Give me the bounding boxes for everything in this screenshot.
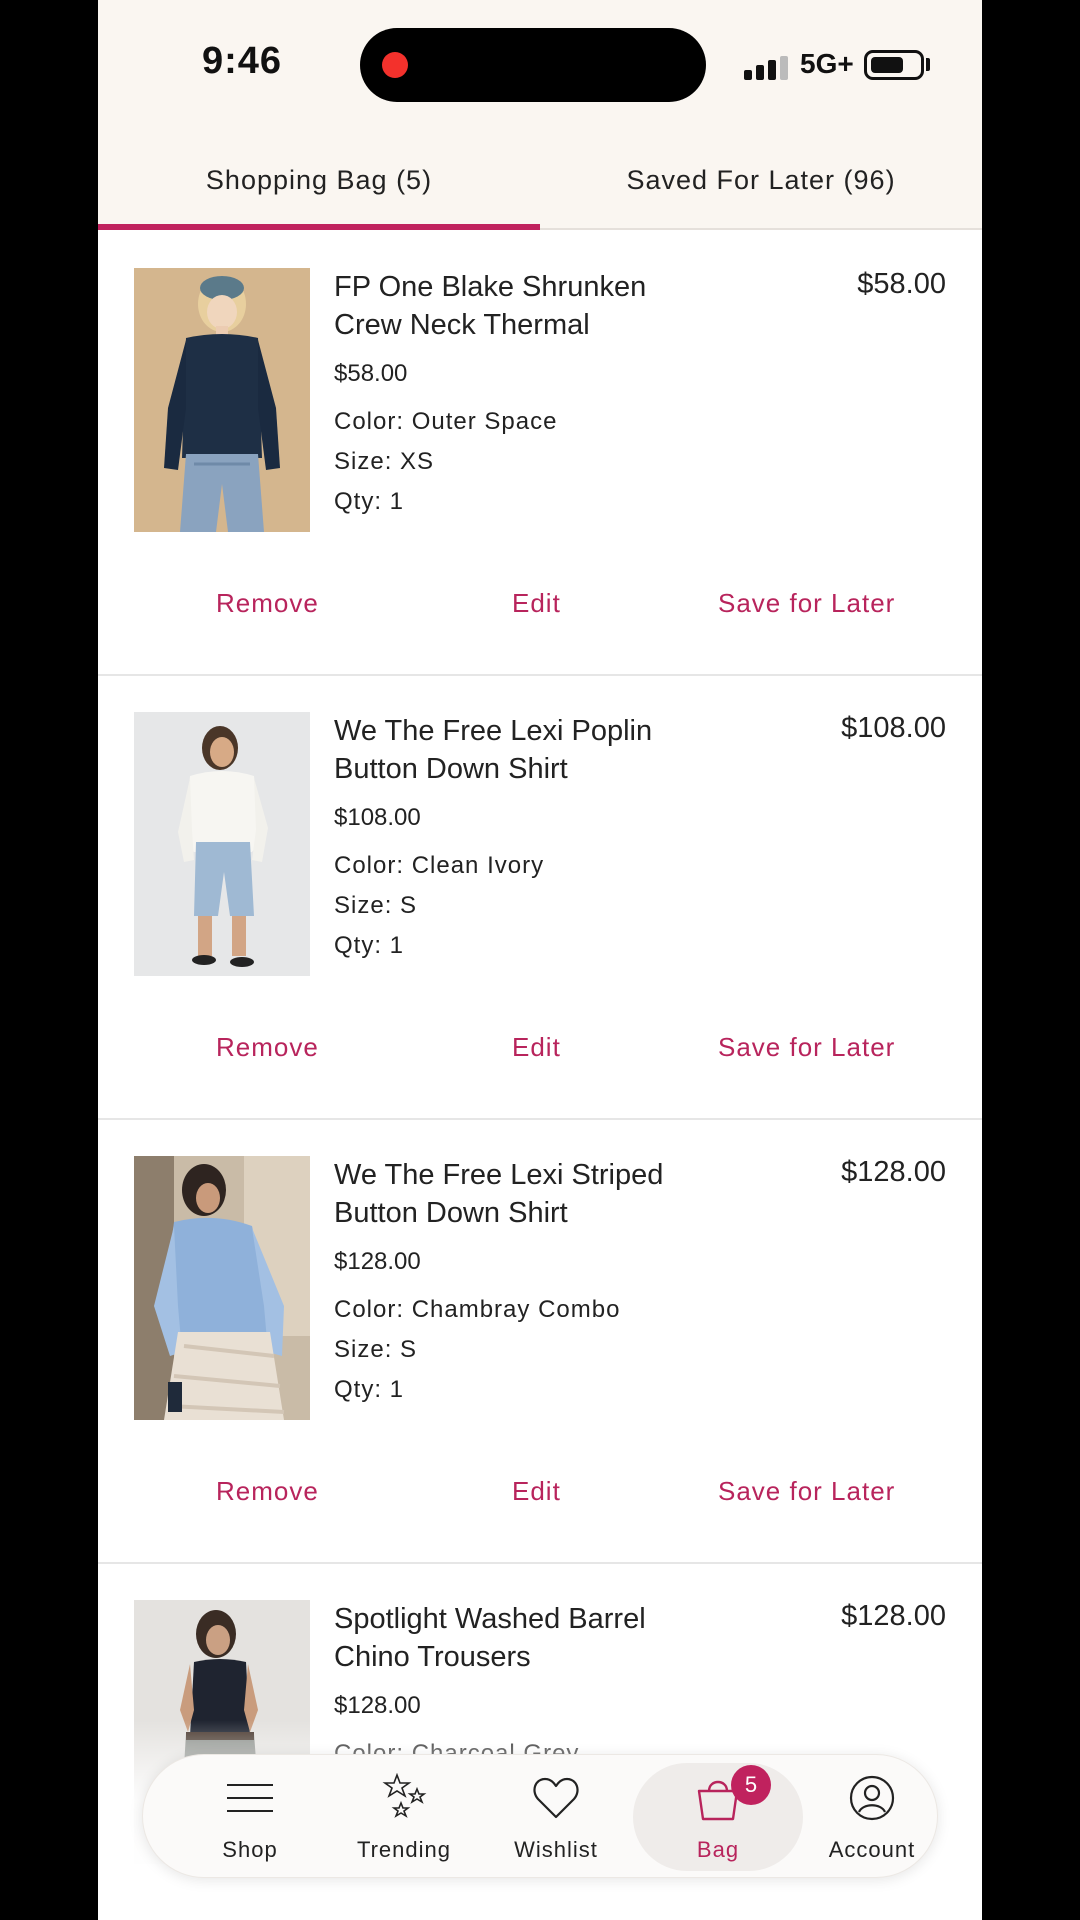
network-label: 5G+ <box>800 48 854 79</box>
item-color: Color: Clean Ivory <box>334 852 545 879</box>
bottom-nav: Shop Trending Wishlist 5 Bag Account <box>142 1754 938 1878</box>
nav-shop[interactable]: Shop <box>175 1755 325 1879</box>
dynamic-island <box>360 28 706 102</box>
line-total-price: $108.00 <box>841 712 946 744</box>
signal-icon <box>744 56 788 80</box>
unit-price: $58.00 <box>334 360 408 387</box>
item-quantity: Qty: 1 <box>334 932 405 959</box>
bag-item-list: FP One Blake Shrunken Crew Neck Thermal … <box>98 232 982 1920</box>
product-image[interactable] <box>134 712 310 976</box>
unit-price: $128.00 <box>334 1692 421 1719</box>
nav-bag[interactable]: 5 Bag <box>633 1763 803 1871</box>
product-name[interactable]: FP One Blake Shrunken Crew Neck Thermal <box>334 268 714 344</box>
remove-button[interactable]: Remove <box>216 588 319 619</box>
battery-icon <box>864 50 924 80</box>
bag-tabs: Shopping Bag (5) Saved For Later (96) <box>98 130 982 230</box>
nav-shop-label: Shop <box>222 1837 278 1862</box>
unit-price: $128.00 <box>334 1248 421 1275</box>
active-tab-indicator <box>98 224 540 230</box>
product-image[interactable] <box>134 1156 310 1420</box>
product-name[interactable]: Spotlight Washed Barrel Chino Trousers <box>334 1600 714 1676</box>
save-for-later-button[interactable]: Save for Later <box>718 1476 895 1507</box>
heart-icon <box>533 1777 579 1819</box>
bag-count-badge: 5 <box>731 1765 771 1805</box>
item-quantity: Qty: 1 <box>334 488 405 515</box>
tab-shopping-bag[interactable]: Shopping Bag (5) <box>98 130 540 230</box>
nav-account[interactable]: Account <box>797 1755 947 1879</box>
status-bar: 9:46 5G+ <box>98 0 982 130</box>
save-for-later-button[interactable]: Save for Later <box>718 1032 895 1063</box>
nav-account-label: Account <box>828 1837 916 1862</box>
bag-item: We The Free Lexi Poplin Button Down Shir… <box>98 676 982 1120</box>
remove-button[interactable]: Remove <box>216 1476 319 1507</box>
nav-wishlist[interactable]: Wishlist <box>481 1755 631 1879</box>
unit-price: $108.00 <box>334 804 421 831</box>
item-color: Color: Chambray Combo <box>334 1296 621 1323</box>
edit-button[interactable]: Edit <box>512 1032 561 1063</box>
bag-item: FP One Blake Shrunken Crew Neck Thermal … <box>98 232 982 676</box>
bag-item: We The Free Lexi Striped Button Down Shi… <box>98 1120 982 1564</box>
tab-saved-for-later[interactable]: Saved For Later (96) <box>540 130 982 230</box>
remove-button[interactable]: Remove <box>216 1032 319 1063</box>
account-icon <box>849 1775 895 1821</box>
phone-screen: 9:46 5G+ Shopping Bag (5) Saved For Late… <box>98 0 982 1920</box>
line-total-price: $58.00 <box>857 268 946 300</box>
item-size: Size: XS <box>334 448 435 475</box>
status-time: 9:46 <box>202 40 283 82</box>
edit-button[interactable]: Edit <box>512 1476 561 1507</box>
save-for-later-button[interactable]: Save for Later <box>718 588 895 619</box>
nav-trending-label: Trending <box>356 1837 451 1862</box>
item-size: Size: S <box>334 1336 418 1363</box>
product-name[interactable]: We The Free Lexi Poplin Button Down Shir… <box>334 712 714 788</box>
product-name[interactable]: We The Free Lexi Striped Button Down Shi… <box>334 1156 714 1232</box>
product-image[interactable] <box>134 268 310 532</box>
menu-lines-icon <box>227 1784 273 1812</box>
item-color: Color: Outer Space <box>334 408 558 435</box>
item-quantity: Qty: 1 <box>334 1376 405 1403</box>
edit-button[interactable]: Edit <box>512 588 561 619</box>
line-total-price: $128.00 <box>841 1156 946 1188</box>
item-size: Size: S <box>334 892 418 919</box>
nav-trending[interactable]: Trending <box>329 1755 479 1879</box>
line-total-price: $128.00 <box>841 1600 946 1632</box>
product-photo-thermal <box>134 268 310 532</box>
battery-cap <box>926 58 930 71</box>
nav-bag-label: Bag <box>696 1837 740 1862</box>
product-photo-striped-shirt <box>134 1156 310 1420</box>
stars-icon <box>382 1773 427 1818</box>
product-photo-poplin-shirt <box>134 712 310 976</box>
recording-dot-icon <box>382 52 408 78</box>
nav-wishlist-label: Wishlist <box>514 1837 598 1862</box>
